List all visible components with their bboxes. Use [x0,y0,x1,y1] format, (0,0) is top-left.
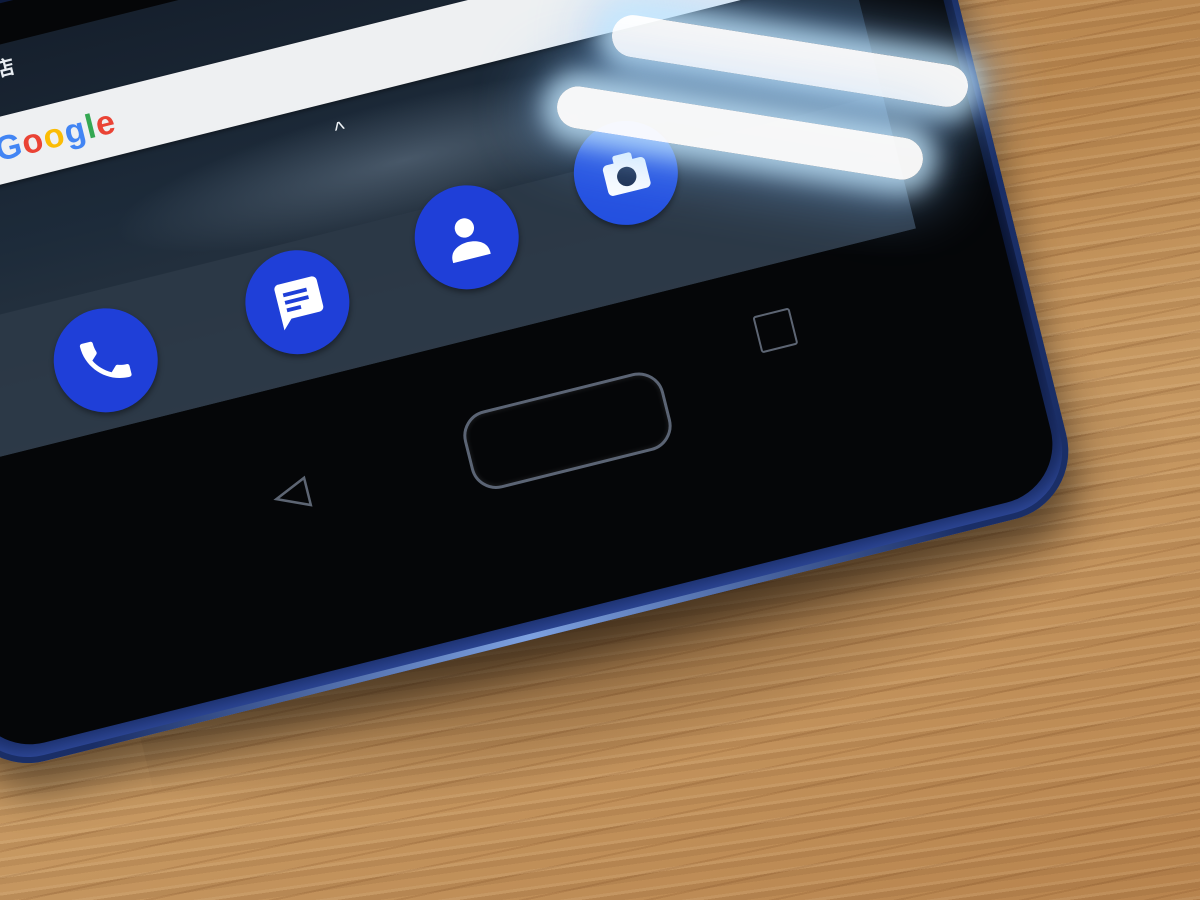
message-bubble-icon [273,276,324,331]
person-icon [452,218,491,264]
camera-icon [602,152,651,196]
messages-app-icon[interactable] [234,239,361,366]
play-store-label[interactable]: Play 商店 [0,50,17,101]
photo-scene: Play 商店 Google ^ [0,0,1200,900]
phone-app-icon[interactable] [42,297,169,424]
recents-square-icon[interactable] [752,307,799,354]
google-logo: Google [0,102,120,170]
phone-handset-icon [79,341,132,378]
back-triangle-icon[interactable] [268,473,316,518]
fingerprint-home-button[interactable] [457,366,678,495]
